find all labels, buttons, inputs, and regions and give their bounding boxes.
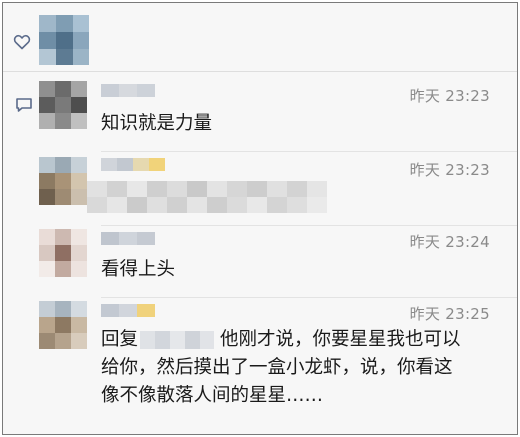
comment-text-line: 给你，然后摸出了一盒小龙虾，说，你看这 [101, 357, 453, 378]
avatar[interactable] [39, 81, 87, 129]
commenter-name-redacted [101, 303, 155, 317]
comment-item: 昨天 23:23 知识就是力量 [3, 77, 517, 153]
avatar[interactable] [39, 15, 89, 65]
comment-text-line: 像不像散落人间的星星…… [101, 385, 324, 406]
comment-text-line: 回复 他刚才说，你要星星我也可以 [101, 327, 461, 353]
heart-icon [13, 34, 31, 50]
avatar[interactable] [39, 229, 87, 277]
reply-target-redacted[interactable] [140, 331, 215, 349]
commenter-name-redacted [101, 231, 155, 245]
likes-row [3, 3, 517, 71]
likes-divider [3, 71, 517, 72]
comment-divider [101, 151, 517, 152]
comment-item: 昨天 23:23 [3, 153, 517, 226]
comment-time: 昨天 23:23 [409, 87, 490, 105]
comment-item: 昨天 23:25 回复 他刚才说，你要星星我也可以 给你，然后摸出了一盒小龙虾，说… [3, 297, 517, 434]
avatar[interactable] [39, 157, 87, 205]
comment-text: 他刚才说，你要星星我也可以 [220, 329, 461, 350]
comment-item: 昨天 23:24 看得上头 [3, 225, 517, 298]
comment-text: 看得上头 [101, 259, 176, 280]
comment-time: 昨天 23:25 [409, 305, 490, 323]
comment-text: 知识就是力量 [101, 113, 213, 134]
comment-time: 昨天 23:23 [409, 161, 490, 179]
comment-text-redacted [87, 181, 335, 213]
commenter-name-redacted [101, 83, 155, 97]
avatar[interactable] [39, 301, 87, 349]
comment-time: 昨天 23:24 [409, 233, 490, 251]
reply-prefix: 回复 [101, 329, 139, 350]
moments-interaction-panel: 昨天 23:23 知识就是力量 昨天 23:23 昨天 23:24 看得上头 昨… [2, 2, 518, 435]
commenter-name-redacted [101, 157, 165, 171]
